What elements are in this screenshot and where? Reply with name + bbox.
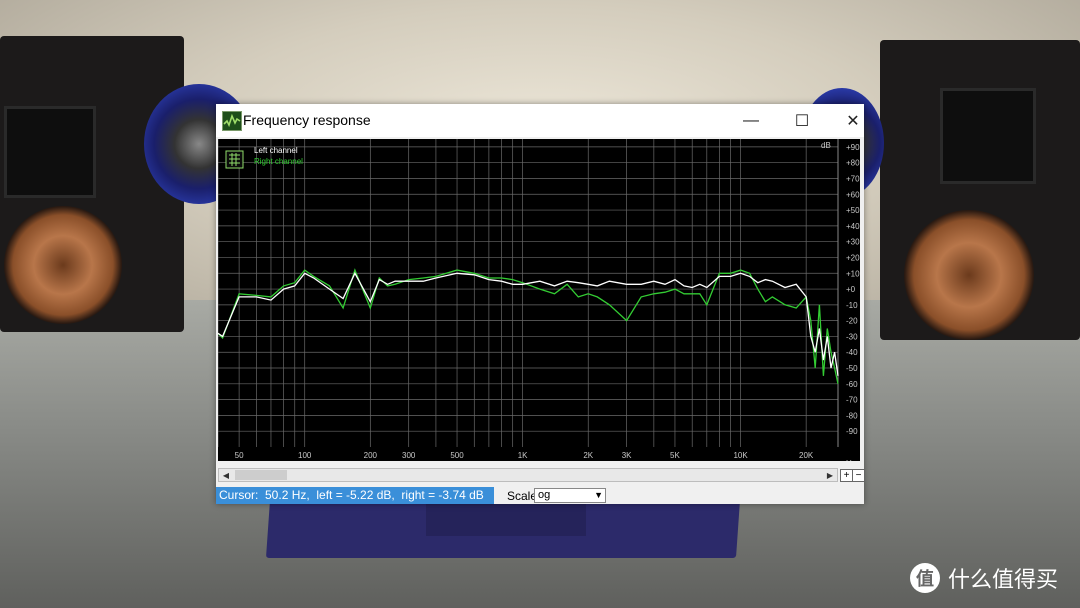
y-tick-label: +60 <box>846 190 860 199</box>
maximize-button[interactable]: ☐ <box>779 104 825 137</box>
y-tick-label: -30 <box>846 332 858 341</box>
y-tick-label: -50 <box>846 364 858 373</box>
y-tick-label: +10 <box>846 269 860 278</box>
x-tick-label: 2K <box>583 451 593 460</box>
status-bar: Cursor: 50.2 Hz, left = -5.22 dB, right … <box>216 487 864 504</box>
watermark-logo: 值 <box>909 563 940 593</box>
x-tick-label: 100 <box>298 451 312 460</box>
right-speaker-tweeter <box>940 88 1036 184</box>
scale-dropdown-value: og <box>538 489 551 501</box>
y-tick-label: -40 <box>846 348 858 357</box>
frequency-response-chart[interactable]: +90 +80 +70 +60 +50 +40 +30 +20 +10 +0 -10 -20 -30 -4… <box>218 139 860 461</box>
y-tick-label: -90 <box>846 427 858 436</box>
cursor-readout: Cursor: 50.2 Hz, left = -5.22 dB, right … <box>216 487 494 504</box>
laptop-stand-recess <box>426 500 586 536</box>
x-tick-label: 300 <box>402 451 416 460</box>
minimize-button[interactable]: — <box>728 104 774 137</box>
y-unit-label: dB <box>821 141 831 150</box>
close-button[interactable]: ✕ <box>830 104 876 137</box>
frequency-response-plot[interactable]: +90 +80 +70 +60 +50 +40 +30 +20 +10 +0 -10 -20 -30 -4… <box>218 139 860 461</box>
frequency-graph-icon <box>222 111 242 131</box>
left-channel-line <box>218 271 839 376</box>
x-tick-label: 10K <box>733 451 748 460</box>
x-tick-label: 5K <box>670 451 680 460</box>
y-tick-label: +50 <box>846 206 860 215</box>
left-speaker-tweeter <box>4 106 96 198</box>
zoom-out-icon[interactable]: − <box>852 469 865 482</box>
chart-grid <box>218 139 839 447</box>
y-tick-label: -10 <box>846 301 858 310</box>
title-bar[interactable]: Frequency response — ☐ ✕ <box>216 104 864 137</box>
y-tick-label: +90 <box>846 143 860 152</box>
right-channel-line <box>218 268 839 384</box>
legend-left-channel: Left channel <box>254 146 298 155</box>
y-tick-label: -20 <box>846 317 858 326</box>
left-speaker <box>0 36 184 332</box>
x-tick-label: 1K <box>518 451 528 460</box>
frequency-response-window: Frequency response — ☐ ✕ +90 +80 +70 +60 +50… <box>216 104 865 504</box>
scale-dropdown[interactable]: og ▼ <box>534 488 606 503</box>
x-tick-label: 3K <box>622 451 632 460</box>
x-tick-label: 20K <box>799 451 814 460</box>
watermark: 值 什么值得买 <box>909 562 1058 594</box>
window-title: Frequency response <box>243 112 371 128</box>
scroll-left-icon[interactable]: ◀ <box>219 469 233 481</box>
x-tick-label: 50 <box>235 451 244 460</box>
y-tick-label: -80 <box>846 411 858 420</box>
scroll-right-icon[interactable]: ▶ <box>823 469 837 481</box>
chevron-down-icon[interactable]: ▼ <box>594 489 603 502</box>
y-tick-label: -70 <box>846 396 858 405</box>
x-tick-label: 500 <box>450 451 464 460</box>
x-unit-label: Hz <box>846 459 856 461</box>
y-tick-label: +20 <box>846 253 860 262</box>
y-tick-label: +0 <box>846 285 856 294</box>
y-tick-label: +70 <box>846 174 860 183</box>
watermark-text: 什么值得买 <box>947 567 1058 592</box>
right-speaker <box>880 40 1080 340</box>
scale-label: Scale <box>507 489 538 503</box>
x-tick-label: 200 <box>364 451 378 460</box>
chart-lines <box>218 268 839 384</box>
y-axis-labels: +90 +80 +70 +60 +50 +40 +30 +20 +10 +0 -10 -20 -30 -4… <box>846 143 860 436</box>
horizontal-scrollbar[interactable]: ◀ ▶ <box>218 468 838 482</box>
y-tick-label: +40 <box>846 222 860 231</box>
y-tick-label: +30 <box>846 238 860 247</box>
legend: Left channel Right channel <box>225 146 303 169</box>
y-tick-label: +80 <box>846 159 860 168</box>
legend-right-channel: Right channel <box>254 157 303 166</box>
right-speaker-woofer <box>904 210 1034 340</box>
y-tick-label: -60 <box>846 380 858 389</box>
left-speaker-woofer <box>4 206 122 324</box>
scrollbar-thumb[interactable] <box>235 470 287 480</box>
x-axis-labels: 50 100 200 300 500 1K 2K 3K 5K 10K 20K <box>235 451 814 460</box>
